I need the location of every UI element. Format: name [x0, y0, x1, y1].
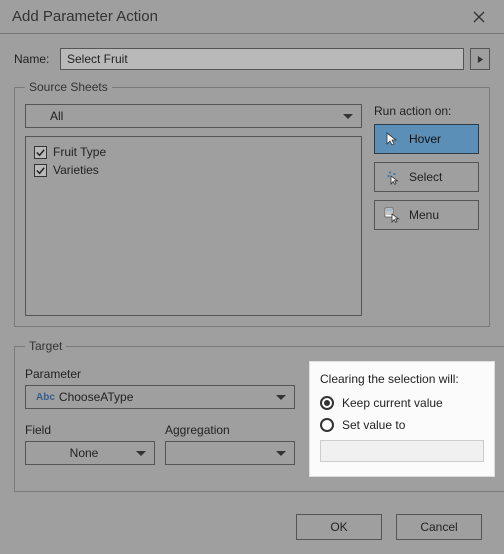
run-hover-label: Hover	[409, 132, 441, 146]
radio-checked-icon	[320, 396, 334, 410]
list-item-label: Fruit Type	[53, 145, 106, 159]
radio-setto-label: Set value to	[342, 418, 405, 432]
run-select-button[interactable]: Select	[374, 162, 479, 192]
checkbox-checked-icon[interactable]	[34, 164, 47, 177]
clearing-panel: Clearing the selection will: Keep curren…	[309, 361, 495, 477]
dialog-title: Add Parameter Action	[12, 8, 462, 25]
parameter-label: Parameter	[25, 367, 295, 381]
run-select-label: Select	[409, 170, 442, 184]
target-group: Target Parameter Abc ChooseAType Field N…	[14, 339, 504, 492]
name-label: Name:	[14, 52, 54, 66]
list-item[interactable]: Varieties	[34, 161, 353, 179]
radio-keep-current[interactable]: Keep current value	[320, 392, 484, 414]
close-icon	[473, 11, 485, 23]
run-menu-button[interactable]: Menu	[374, 200, 479, 230]
title-bar: Add Parameter Action	[0, 0, 504, 34]
cursor-menu-icon	[383, 206, 401, 224]
triangle-right-icon	[477, 55, 484, 64]
radio-set-value[interactable]: Set value to	[320, 414, 484, 436]
sheets-dropdown-text: All	[50, 109, 337, 123]
list-item[interactable]: Fruit Type	[34, 143, 353, 161]
radio-keep-label: Keep current value	[342, 396, 443, 410]
name-input[interactable]	[60, 48, 464, 70]
parameter-dropdown-text: ChooseAType	[59, 390, 286, 404]
chevron-down-icon	[276, 395, 286, 400]
ok-button[interactable]: OK	[296, 514, 382, 540]
name-menu-button[interactable]	[470, 48, 490, 70]
chevron-down-icon	[136, 451, 146, 456]
source-sheets-group: Source Sheets All Fruit Type	[14, 80, 490, 327]
run-hover-button[interactable]: Hover	[374, 124, 479, 154]
checkbox-checked-icon[interactable]	[34, 146, 47, 159]
aggregation-dropdown[interactable]	[165, 441, 295, 465]
field-label: Field	[25, 423, 155, 437]
chevron-down-icon	[276, 451, 286, 456]
field-dropdown[interactable]: None	[25, 441, 155, 465]
abc-type-icon: Abc	[36, 392, 55, 403]
source-sheets-legend: Source Sheets	[25, 80, 112, 94]
ok-button-label: OK	[330, 520, 347, 534]
chevron-down-icon	[343, 114, 353, 119]
add-parameter-action-dialog: Add Parameter Action Name: Source Sheets	[0, 0, 504, 540]
parameter-dropdown[interactable]: Abc ChooseAType	[25, 385, 295, 409]
close-button[interactable]	[462, 2, 496, 32]
sheets-dropdown[interactable]: All	[25, 104, 362, 128]
radio-unchecked-icon	[320, 418, 334, 432]
cancel-button[interactable]: Cancel	[396, 514, 482, 540]
cursor-hover-icon	[383, 130, 401, 148]
list-item-label: Varieties	[53, 163, 99, 177]
run-action-label: Run action on:	[374, 104, 479, 118]
sheets-list: Fruit Type Varieties	[25, 136, 362, 316]
cursor-select-icon	[383, 168, 401, 186]
field-dropdown-text: None	[38, 446, 130, 460]
run-menu-label: Menu	[409, 208, 439, 222]
clearing-heading: Clearing the selection will:	[320, 372, 484, 386]
cancel-button-label: Cancel	[420, 520, 457, 534]
target-legend: Target	[25, 339, 66, 353]
aggregation-label: Aggregation	[165, 423, 295, 437]
set-value-input[interactable]	[320, 440, 484, 462]
